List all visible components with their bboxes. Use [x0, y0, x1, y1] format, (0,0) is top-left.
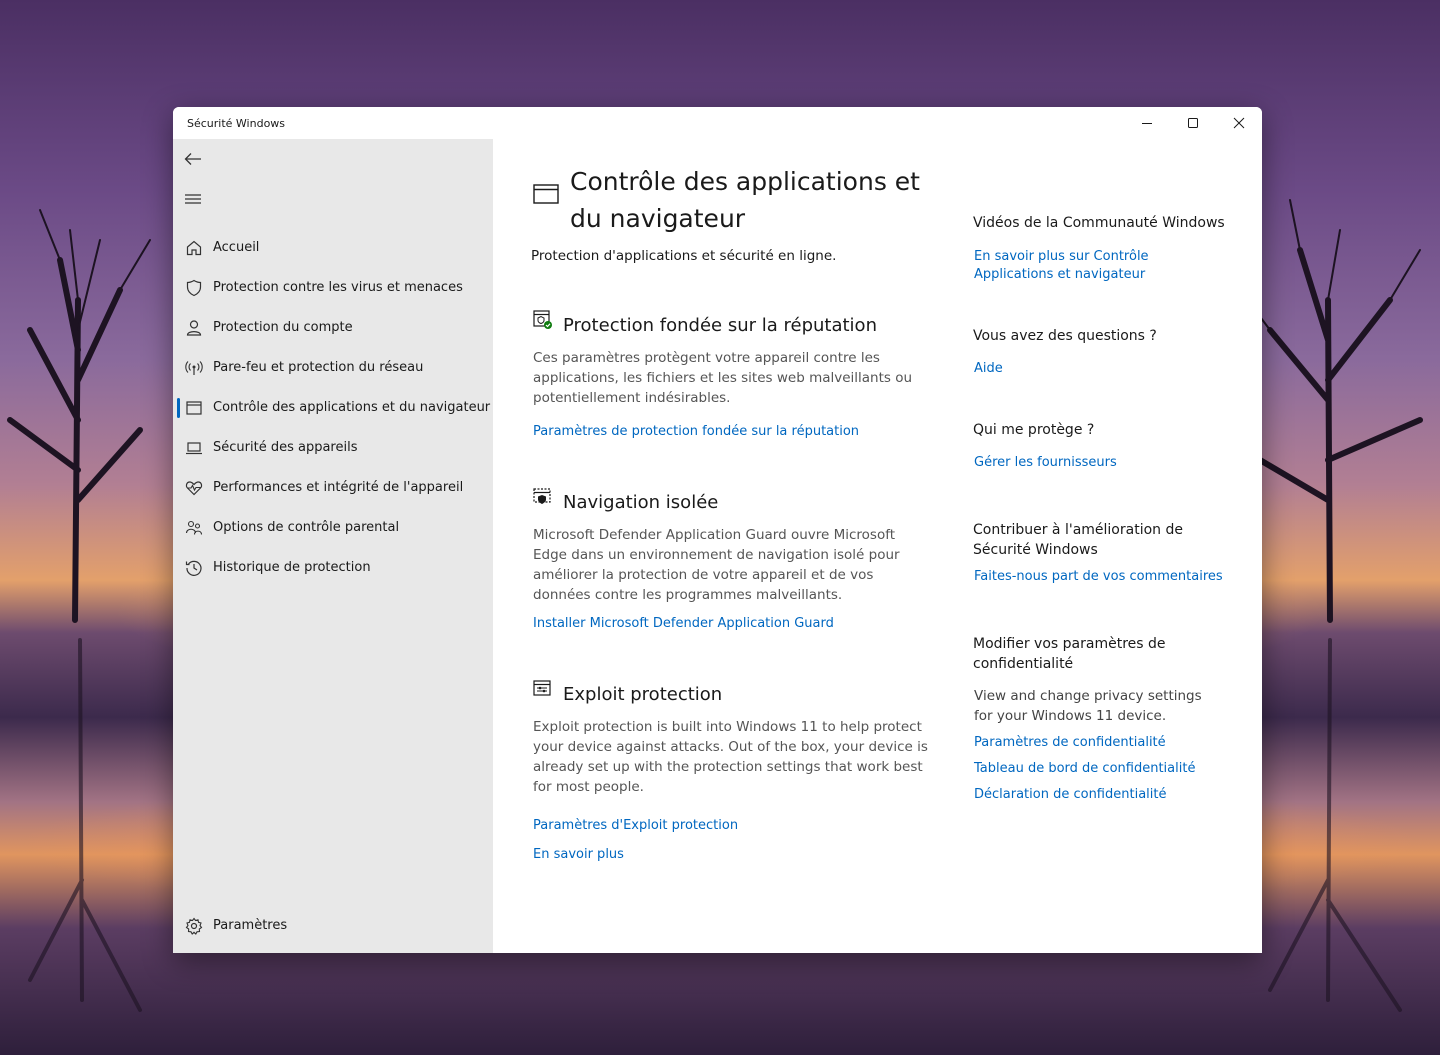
- learn-more-link[interactable]: En savoir plus: [533, 847, 624, 862]
- section-title-reputation: Protection fondée sur la réputation: [563, 315, 877, 336]
- close-button[interactable]: [1216, 107, 1262, 139]
- page-title: Contrôle des applications et du navigate…: [570, 167, 920, 233]
- exploit-protection-icon: [533, 680, 551, 696]
- minimize-button[interactable]: [1124, 107, 1170, 139]
- isolated-browsing-icon: [533, 488, 551, 504]
- reputation-protection-icon: [533, 310, 552, 329]
- section-description-isolated-browsing: Microsoft Defender Application Guard ouv…: [533, 527, 900, 603]
- close-icon: [1233, 117, 1245, 129]
- feedback-link[interactable]: Faites-nous part de vos commentaires: [974, 568, 1224, 586]
- menu-button[interactable]: [183, 189, 203, 209]
- questions-heading: Vous avez des questions ?: [973, 328, 1157, 344]
- community-videos-heading: Vidéos de la Communauté Windows: [973, 215, 1225, 231]
- family-icon: [185, 520, 203, 535]
- sidebar-item-label: Performances et intégrité de l'appareil: [213, 480, 464, 495]
- privacy-dashboard-link[interactable]: Tableau de bord de confidentialité: [974, 760, 1224, 778]
- exploit-protection-settings-link[interactable]: Paramètres d'Exploit protection: [533, 818, 738, 833]
- title-bar: Sécurité Windows: [173, 107, 1262, 139]
- security-window: Sécurité Windows Accueil Protection cont…: [173, 107, 1262, 953]
- section-description-reputation: Ces paramètres protègent votre appareil …: [533, 350, 913, 406]
- maximize-icon: [1188, 118, 1198, 128]
- app-window-icon: [533, 184, 559, 204]
- section-title-exploit-protection: Exploit protection: [563, 684, 723, 705]
- laptop-icon: [186, 442, 202, 455]
- manage-providers-link[interactable]: Gérer les fournisseurs: [974, 454, 1224, 472]
- sidebar-item-label: Historique de protection: [213, 560, 371, 575]
- antenna-icon: [185, 361, 203, 375]
- app-window-icon: [186, 401, 202, 415]
- privacy-description: View and change privacy settings for you…: [974, 688, 1202, 724]
- privacy-settings-link[interactable]: Paramètres de confidentialité: [974, 734, 1224, 752]
- install-application-guard-link[interactable]: Installer Microsoft Defender Application…: [533, 616, 834, 631]
- sidebar-item-home[interactable]: Accueil: [173, 230, 493, 266]
- sidebar: Accueil Protection contre les virus et m…: [173, 139, 493, 953]
- privacy-heading: Modifier vos paramètres de confidentiali…: [973, 636, 1166, 672]
- heart-pulse-icon: [185, 481, 203, 496]
- help-link[interactable]: Aide: [974, 360, 1224, 378]
- sidebar-item-label: Contrôle des applications et du navigate…: [213, 400, 491, 415]
- maximize-button[interactable]: [1170, 107, 1216, 139]
- sidebar-item-protection-history[interactable]: Historique de protection: [173, 550, 493, 586]
- who-protects-heading: Qui me protège ?: [973, 422, 1095, 438]
- minimize-icon: [1142, 123, 1152, 124]
- person-icon: [186, 320, 202, 336]
- back-arrow-icon: [184, 153, 201, 165]
- reputation-settings-link[interactable]: Paramètres de protection fondée sur la r…: [533, 424, 859, 439]
- page-subtitle: Protection d'applications et sécurité en…: [531, 248, 837, 264]
- sidebar-item-label: Sécurité des appareils: [213, 440, 358, 455]
- sidebar-item-label: Protection du compte: [213, 320, 353, 335]
- sidebar-item-label: Pare-feu et protection du réseau: [213, 360, 424, 375]
- section-description-exploit-protection: Exploit protection is built into Windows…: [533, 719, 928, 795]
- sidebar-item-app-browser-control[interactable]: Contrôle des applications et du navigate…: [173, 390, 493, 426]
- history-icon: [185, 560, 202, 576]
- privacy-statement-link[interactable]: Déclaration de confidentialité: [974, 786, 1224, 804]
- back-button[interactable]: [183, 149, 203, 169]
- sidebar-item-device-security[interactable]: Sécurité des appareils: [173, 430, 493, 466]
- gear-icon: [185, 917, 203, 935]
- sidebar-item-family-options[interactable]: Options de contrôle parental: [173, 510, 493, 546]
- main-content: Contrôle des applications et du navigate…: [493, 139, 1262, 953]
- feedback-heading: Contribuer à l'amélioration de Sécurité …: [973, 522, 1183, 558]
- community-videos-link[interactable]: En savoir plus sur Contrôle Applications…: [974, 248, 1174, 284]
- sidebar-item-label: Options de contrôle parental: [213, 520, 400, 535]
- window-title: Sécurité Windows: [187, 117, 286, 130]
- sidebar-item-account-protection[interactable]: Protection du compte: [173, 310, 493, 346]
- settings-label: Paramètres: [213, 918, 288, 933]
- shield-icon: [186, 279, 202, 297]
- sidebar-item-label: Accueil: [213, 240, 260, 255]
- sidebar-item-label: Protection contre les virus et menaces: [213, 280, 463, 295]
- sidebar-item-device-performance[interactable]: Performances et intégrité de l'appareil: [173, 470, 493, 506]
- sidebar-item-settings[interactable]: Paramètres: [173, 908, 493, 944]
- hamburger-icon: [185, 194, 201, 204]
- sidebar-item-virus-protection[interactable]: Protection contre les virus et menaces: [173, 270, 493, 306]
- home-icon: [186, 240, 202, 256]
- section-title-isolated-browsing: Navigation isolée: [563, 492, 719, 513]
- sidebar-item-firewall[interactable]: Pare-feu et protection du réseau: [173, 350, 493, 386]
